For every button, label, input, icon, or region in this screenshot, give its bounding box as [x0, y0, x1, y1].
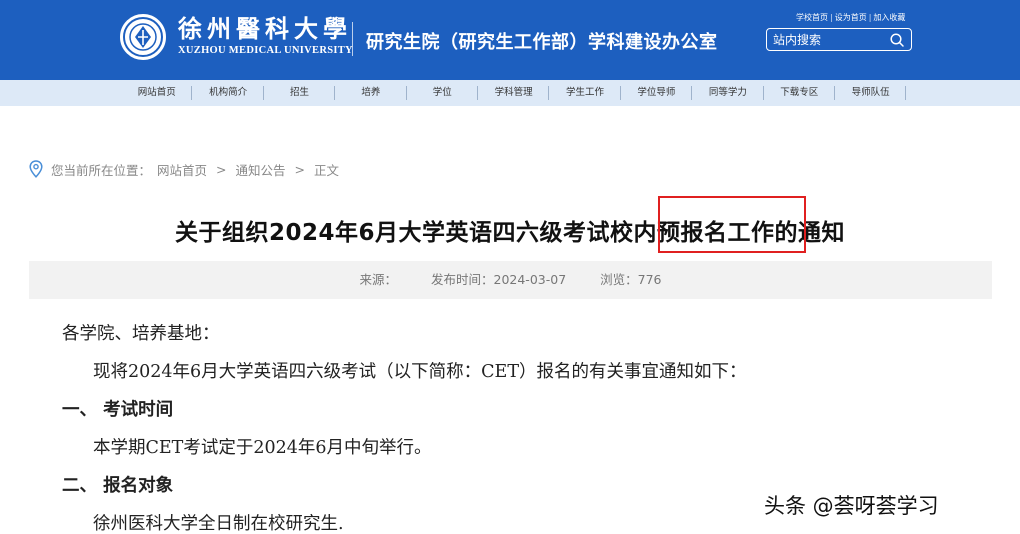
- section-heading-eligibility: 二、 报名对象: [62, 476, 174, 496]
- link-school-home[interactable]: 学校首页: [796, 13, 828, 22]
- section-text-exam-time: 本学期CET考试定于2024年6月中旬举行。: [93, 438, 432, 458]
- nav-item-discipline[interactable]: 学科管理: [478, 80, 550, 106]
- section-text-eligibility: 徐州医科大学全日制在校研究生.: [93, 514, 344, 534]
- search-icon[interactable]: [889, 32, 905, 48]
- search-input[interactable]: [767, 29, 887, 50]
- breadcrumb-separator: >: [294, 161, 306, 177]
- link-set-homepage[interactable]: 设为首页: [835, 13, 867, 22]
- nav-item-about[interactable]: 机构简介: [192, 80, 265, 106]
- nav-item-training[interactable]: 培养: [335, 80, 407, 106]
- breadcrumb-section[interactable]: 通知公告: [236, 160, 286, 179]
- article-greeting: 各学院、培养基地：: [62, 324, 220, 344]
- meta-date: 发布时间：2024-03-07: [430, 272, 567, 287]
- meta-views: 浏览：776: [600, 272, 662, 287]
- article-meta-bar: 来源： 发布时间：2024-03-07 浏览：776: [29, 261, 992, 299]
- section-heading-exam-time: 一、 考试时间: [62, 400, 174, 420]
- university-name-cn[interactable]: 徐州醫科大學: [178, 16, 352, 42]
- link-add-favorite[interactable]: 加入收藏: [873, 13, 905, 22]
- highlight-annotation-box: [658, 196, 806, 253]
- breadcrumb-prefix: 您当前所在位置：: [51, 162, 152, 178]
- office-title: 研究生院（研究生工作部）学科建设办公室: [366, 32, 718, 53]
- university-name-en: XUZHOU MEDICAL UNIVERSITY: [178, 45, 353, 56]
- article-title: 关于组织2024年6月大学英语四六级考试校内预报名工作的通知: [174, 220, 846, 246]
- nav-item-home[interactable]: 网站首页: [121, 80, 193, 106]
- search-box: [766, 28, 912, 51]
- nav-item-admission[interactable]: 招生: [264, 80, 336, 106]
- breadcrumb-separator: >: [216, 161, 227, 177]
- nav-item-equivalent[interactable]: 同等学力: [692, 80, 764, 106]
- breadcrumb-home[interactable]: 网站首页: [157, 160, 207, 179]
- nav-item-student-affairs[interactable]: 学生工作: [549, 80, 622, 106]
- nav-item-supervisors[interactable]: 学位导师: [621, 80, 693, 106]
- breadcrumb-current: 正文: [314, 162, 340, 178]
- nav-item-degree[interactable]: 学位: [407, 80, 479, 106]
- main-nav: 网站首页 机构简介 招生 培养 学位 学科管理 学生工作 学位导师 同等学力 下…: [0, 80, 1020, 106]
- toutiao-watermark: 头条 @荟呀荟学习: [764, 494, 939, 518]
- nav-item-downloads[interactable]: 下载专区: [764, 80, 836, 106]
- breadcrumb: 您当前所在位置： 网站首页 > 通知公告 > 正文: [29, 159, 339, 179]
- university-emblem-icon[interactable]: [120, 14, 166, 60]
- location-pin-icon: [29, 160, 43, 178]
- nav-item-team[interactable]: 导师队伍: [835, 80, 907, 106]
- site-header: 徐州醫科大學 XUZHOU MEDICAL UNIVERSITY 研究生院（研究…: [0, 0, 1020, 80]
- article-intro: 现将2024年6月大学英语四六级考试（以下简称：CET）报名的有关事宜通知如下：: [93, 362, 747, 382]
- top-links: 学校首页 | 设为首页 | 加入收藏: [796, 13, 906, 22]
- logo-divider: [352, 22, 353, 56]
- meta-source: 来源：: [359, 272, 397, 287]
